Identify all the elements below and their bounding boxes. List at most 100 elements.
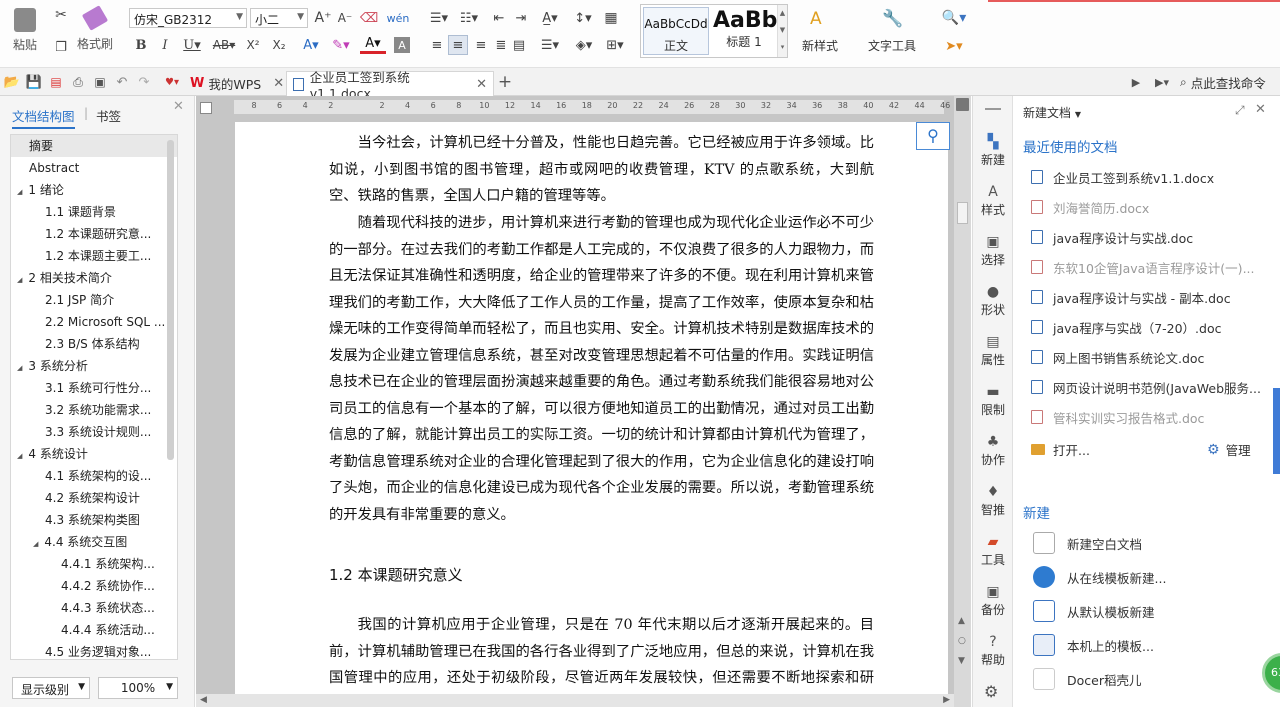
distributed-button[interactable]: ▤ xyxy=(510,36,528,54)
settings-gear-icon[interactable]: ⚙ xyxy=(984,682,998,701)
shading-button[interactable]: ◈▾ xyxy=(570,36,598,54)
recent-document-item[interactable]: 企业员工签到系统v1.1.docx xyxy=(1031,166,1269,188)
prev-page-icon[interactable]: ▲ xyxy=(958,616,965,626)
borders-button[interactable]: ⊞▾ xyxy=(602,36,628,54)
scroll-left-icon[interactable]: ◀ xyxy=(200,695,207,705)
save-icon[interactable]: 💾 xyxy=(26,74,42,90)
location-pin-icon[interactable]: ⚲ xyxy=(916,122,950,150)
outline-item[interactable]: 4.3 系统架构类图 xyxy=(11,509,177,531)
recent-document-item[interactable]: java程序设计与实战.doc xyxy=(1031,226,1269,248)
outline-item[interactable]: 3.2 系统功能需求... xyxy=(11,399,177,421)
tab-document-outline[interactable]: 文档结构图 xyxy=(12,106,75,129)
command-search[interactable]: ⌕ 点此查找命令 xyxy=(1180,73,1266,91)
strip-button[interactable]: ▰ 工具 xyxy=(973,534,1013,568)
sort-icon[interactable]: ↕▾ xyxy=(570,9,596,27)
new-option-item[interactable]: 本机上的模板... xyxy=(1033,632,1154,658)
scroll-thumb[interactable] xyxy=(957,202,968,224)
find-icon[interactable]: 🔍▾ xyxy=(940,9,968,27)
decrease-indent-icon[interactable]: ⇤ xyxy=(490,9,508,27)
pane-edge-tab[interactable] xyxy=(1273,388,1280,474)
outline-item[interactable]: 1.1 课题背景 xyxy=(11,201,177,223)
char-shading-button[interactable]: A xyxy=(394,37,410,53)
strikethrough-button[interactable]: AB▾ xyxy=(210,36,238,54)
display-level-select[interactable]: 显示级别 ▼ xyxy=(12,677,90,699)
chinese-layout-icon[interactable]: A̲▾ xyxy=(536,9,564,27)
outline-item[interactable]: 4.1 系统架构的设... xyxy=(11,465,177,487)
outline-item[interactable]: 2.1 JSP 简介 xyxy=(11,289,177,311)
outline-item[interactable]: 4.4.2 系统协作... xyxy=(11,575,177,597)
new-style-button[interactable]: A 新样式 xyxy=(794,4,846,58)
subscript-button[interactable]: X₂ xyxy=(270,36,288,54)
style-heading1[interactable]: AaBb 标题 1 xyxy=(711,7,777,55)
outline-scrollbar[interactable] xyxy=(167,140,174,460)
undo-icon[interactable]: ↶ xyxy=(114,74,130,90)
outline-item[interactable]: 4.4.3 系统状态... xyxy=(11,597,177,619)
outline-item[interactable]: Abstract xyxy=(11,157,177,179)
bullets-icon[interactable]: ☰▾ xyxy=(426,9,452,27)
new-option-item[interactable]: 新建空白文档 xyxy=(1033,530,1142,556)
copy-icon[interactable]: ❐ xyxy=(52,38,70,56)
strip-button[interactable]: ● 形状 xyxy=(973,284,1013,318)
recent-document-item[interactable]: java程序与实战（7-20）.doc xyxy=(1031,316,1269,338)
clear-format-icon[interactable]: ⌫ xyxy=(360,9,378,27)
font-size-select[interactable]: 小二 ▼ xyxy=(250,8,308,28)
ruler-toggle-icon[interactable] xyxy=(200,102,212,114)
text-effect-button[interactable]: A▾ xyxy=(298,36,324,54)
recent-document-item[interactable]: 刘海誉简历.docx xyxy=(1031,196,1269,218)
collapse-ribbon-icon[interactable]: ▶ xyxy=(1128,74,1144,90)
recent-document-item[interactable]: 东软10企管Java语言程序设计(一)... xyxy=(1031,256,1269,278)
split-icon[interactable] xyxy=(956,98,969,111)
outline-item[interactable]: 1.2 本课题研究意... xyxy=(11,223,177,245)
outline-item[interactable]: ◢ 3 系统分析 xyxy=(11,355,177,377)
collapse-arrow-icon[interactable]: ◢ xyxy=(17,364,22,372)
strip-button[interactable]: ▤ 属性 xyxy=(973,334,1013,368)
print-icon[interactable]: ⎙ xyxy=(70,74,86,90)
underline-button[interactable]: U▾ xyxy=(180,36,204,54)
strip-button[interactable]: ♣ 协作 xyxy=(973,434,1013,468)
strip-button[interactable]: A 样式 xyxy=(973,184,1013,218)
bold-button[interactable]: B xyxy=(132,36,150,54)
recent-document-item[interactable]: 网页设计说明书范例(JavaWeb服务... xyxy=(1031,376,1269,398)
phonetic-icon[interactable]: wén xyxy=(386,9,410,27)
tab-current-document[interactable]: 企业员工签到系统v1.1.docx ✕ xyxy=(286,70,494,101)
increase-indent-icon[interactable]: ⇥ xyxy=(512,9,530,27)
collapse-arrow-icon[interactable]: ◢ xyxy=(17,188,22,196)
align-right-button[interactable]: ≡ xyxy=(472,36,490,54)
horizontal-scrollbar[interactable]: ◀ ▶ xyxy=(196,694,954,707)
table-borders-icon[interactable]: ▦ xyxy=(602,9,620,27)
collapse-arrow-icon[interactable]: ◢ xyxy=(17,276,22,284)
strip-button[interactable]: ? 帮助 xyxy=(973,634,1013,668)
close-icon[interactable]: ✕ xyxy=(1255,102,1266,117)
outline-item[interactable]: 3.1 系统可行性分... xyxy=(11,377,177,399)
next-page-icon[interactable]: ▼ xyxy=(958,656,965,666)
new-tab-icon[interactable]: + xyxy=(496,72,514,92)
cut-icon[interactable]: ✂ xyxy=(52,6,70,24)
feedback-icon[interactable]: ▶▾ xyxy=(1150,74,1174,90)
open-button[interactable]: 打开... xyxy=(1031,440,1090,459)
outline-item[interactable]: 4.5 业务逻辑对象... xyxy=(11,641,177,659)
highlight-button[interactable]: ✎▾ xyxy=(328,36,354,54)
format-painter-button[interactable]: 格式刷 xyxy=(76,4,114,56)
open-folder-icon[interactable]: 📂 xyxy=(4,74,20,90)
pin-icon[interactable]: ⤢ xyxy=(1235,103,1245,118)
outline-item[interactable]: 摘要 xyxy=(11,135,177,157)
outline-item[interactable]: ◢ 1 绪论 xyxy=(11,179,177,201)
collapse-arrow-icon[interactable]: ◢ xyxy=(33,540,38,548)
strip-button[interactable]: ▣ 选择 xyxy=(973,234,1013,268)
print-preview-icon[interactable]: ▣ xyxy=(92,74,108,90)
gallery-scroll[interactable]: ▲ ▼ ▾ xyxy=(777,5,787,57)
superscript-button[interactable]: X² xyxy=(244,36,262,54)
outline-item[interactable]: 1.2 本课题主要工... xyxy=(11,245,177,267)
recent-document-item[interactable]: 管科实训实习报告格式.doc xyxy=(1031,406,1269,428)
tab-bookmarks[interactable]: 书签 xyxy=(96,106,121,125)
outline-item[interactable]: 2.3 B/S 体系结构 xyxy=(11,333,177,355)
font-name-select[interactable]: 仿宋_GB2312 ▼ xyxy=(129,8,247,28)
align-left-button[interactable]: ≡ xyxy=(428,36,446,54)
recent-document-item[interactable]: 网上图书销售系统论文.doc xyxy=(1031,346,1269,368)
scroll-right-icon[interactable]: ▶ xyxy=(943,695,950,705)
italic-button[interactable]: I xyxy=(156,36,174,54)
strip-button[interactable]: ▚ 新建 xyxy=(973,134,1013,168)
outline-item[interactable]: ◢ 2 相关技术简介 xyxy=(11,267,177,289)
vertical-scrollbar[interactable]: ▲ ○ ▼ xyxy=(954,96,971,707)
redo-icon[interactable]: ↷ xyxy=(136,74,152,90)
